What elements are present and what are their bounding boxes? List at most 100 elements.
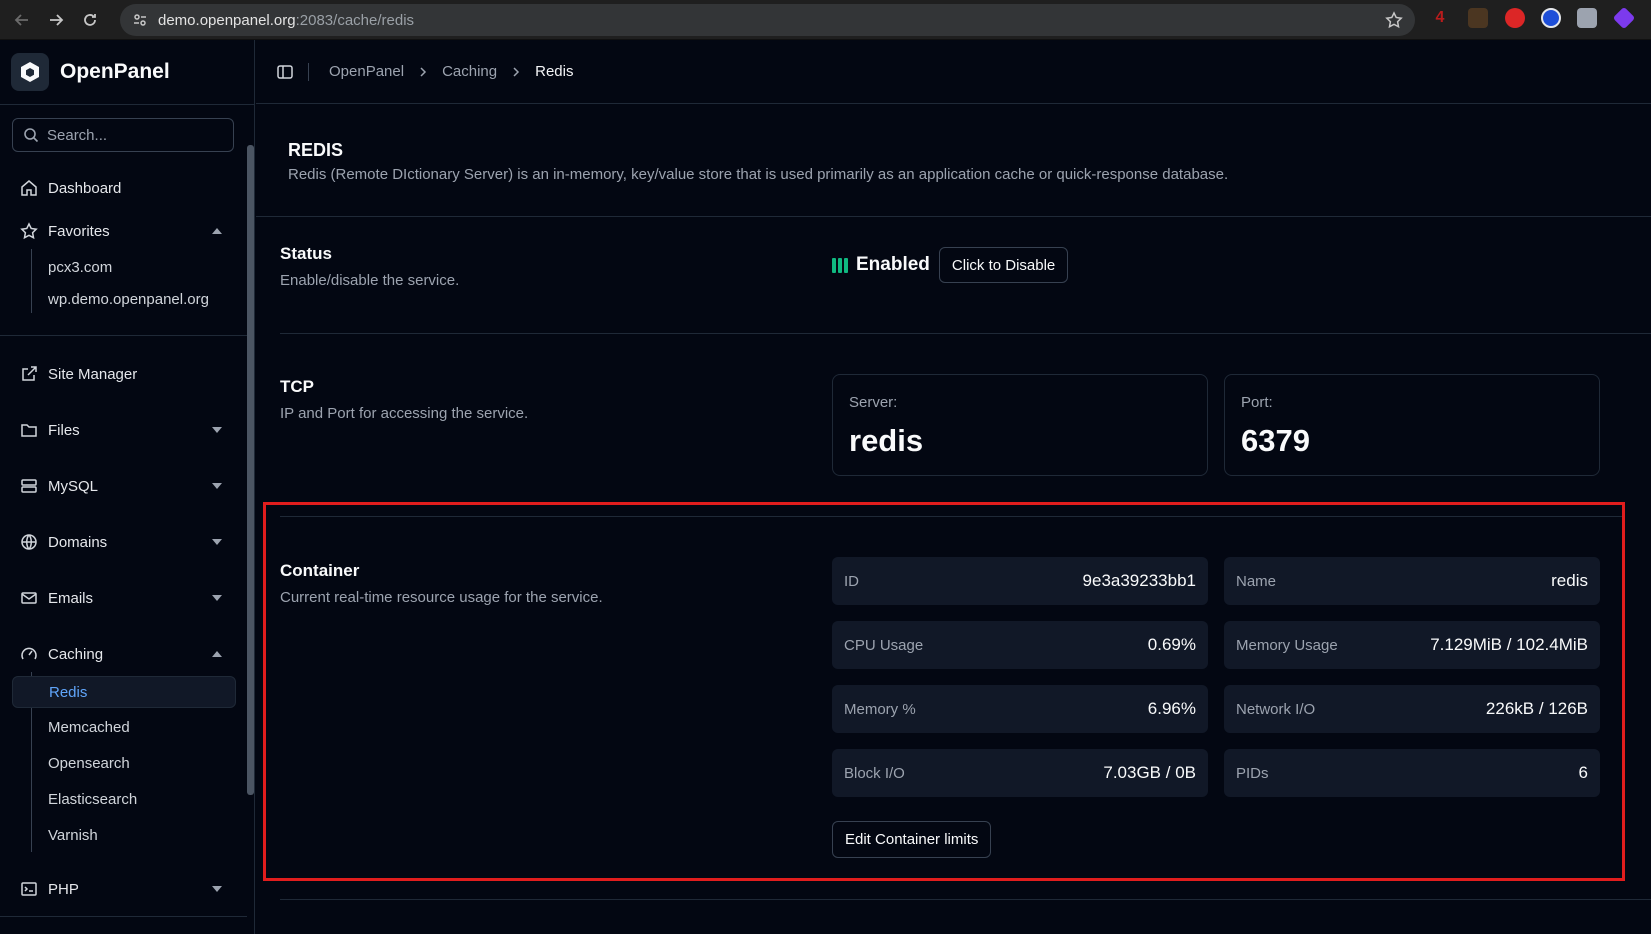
favorite-item[interactable]: pcx3.com: [42, 251, 112, 283]
forward-icon[interactable]: [42, 6, 70, 34]
stat-pids: PIDs 6: [1224, 749, 1600, 797]
tcp-port-card: Port: 6379: [1224, 374, 1600, 476]
tcp-description: IP and Port for accessing the service.: [280, 405, 529, 422]
url-host: demo.openpanel.org: [158, 11, 296, 29]
breadcrumb-item[interactable]: OpenPanel: [329, 63, 404, 80]
disable-button[interactable]: Click to Disable: [938, 247, 1069, 283]
folder-icon: [20, 421, 38, 439]
sidebar-item-site-manager[interactable]: Site Manager: [12, 356, 236, 392]
sidebar-item-label: Site Manager: [48, 365, 138, 383]
extension-icon[interactable]: [1505, 8, 1525, 28]
extension-icon[interactable]: [1541, 8, 1561, 28]
chevron-right-icon: [416, 65, 430, 79]
sidebar-item-emails[interactable]: Emails: [12, 580, 236, 616]
sidebar: OpenPanel Dashboard Favorites pcx3.com w…: [0, 40, 255, 934]
status-state: Enabled: [856, 254, 930, 275]
chevron-up-icon: [212, 651, 222, 657]
stat-label: CPU Usage: [844, 636, 924, 654]
sidebar-item-dashboard[interactable]: Dashboard: [12, 170, 236, 206]
sidebar-subitem-redis[interactable]: Redis: [12, 676, 236, 708]
terminal-icon: [20, 880, 38, 898]
sidebar-item-domains[interactable]: Domains: [12, 524, 236, 560]
breadcrumb: OpenPanel Caching Redis: [329, 63, 573, 80]
sidebar-divider: [0, 335, 247, 336]
tcp-title: TCP: [280, 377, 314, 396]
brand[interactable]: OpenPanel: [0, 40, 254, 105]
stat-label: Block I/O: [844, 764, 905, 782]
chevron-right-icon: [509, 65, 523, 79]
stat-value: 226kB / 126B: [1485, 699, 1588, 718]
stat-block-io: Block I/O 7.03GB / 0B: [832, 749, 1208, 797]
stat-value: 6.96%: [1147, 699, 1196, 718]
container-description: Current real-time resource usage for the…: [280, 589, 603, 606]
url-path: :2083/cache/redis: [295, 11, 415, 29]
stat-value: 0.69%: [1147, 635, 1196, 654]
stat-label: ID: [844, 572, 859, 590]
browser-toolbar: demo.openpanel.org:2083/cache/redis 4: [0, 0, 1651, 40]
chevron-down-icon: [212, 539, 222, 545]
extension-icon[interactable]: 4: [1430, 8, 1450, 28]
sidebar-item-favorites[interactable]: Favorites: [12, 213, 236, 249]
extension-icon[interactable]: [1468, 8, 1488, 28]
reload-icon[interactable]: [76, 6, 104, 34]
sidebar-search[interactable]: [12, 118, 234, 152]
sidebar-toggle-icon[interactable]: [276, 63, 294, 81]
separator: [308, 62, 309, 81]
sidebar-scrollbar[interactable]: [247, 145, 254, 795]
status-title: Status: [280, 244, 332, 263]
sidebar-item-label: Dashboard: [48, 179, 122, 197]
stat-value: 6: [1578, 763, 1588, 782]
status-bars-icon: [832, 257, 848, 273]
tcp-server-card: Server: redis: [832, 374, 1208, 476]
edit-container-limits-button[interactable]: Edit Container limits: [832, 821, 992, 858]
sidebar-subitem-memcached[interactable]: Memcached: [42, 711, 130, 743]
breadcrumb-item[interactable]: Caching: [442, 63, 497, 80]
gauge-icon: [20, 645, 38, 663]
extension-icon[interactable]: [1612, 6, 1636, 30]
openpanel-logo-icon: [11, 53, 49, 91]
search-input[interactable]: [47, 126, 227, 144]
extension-icon[interactable]: [1577, 8, 1597, 28]
stat-label: Memory %: [844, 700, 916, 718]
back-icon[interactable]: [8, 6, 36, 34]
sidebar-item-php[interactable]: PHP: [12, 871, 236, 907]
stat-memory-usage: Memory Usage 7.129MiB / 102.4MiB: [1224, 621, 1600, 669]
sidebar-subitem-elasticsearch[interactable]: Elasticsearch: [42, 783, 137, 815]
brand-name: OpenPanel: [60, 60, 170, 83]
breadcrumb-current: Redis: [535, 63, 574, 80]
sidebar-item-mysql[interactable]: MySQL: [12, 468, 236, 504]
sidebar-item-caching[interactable]: Caching: [12, 636, 236, 672]
stat-memory-percent: Memory % 6.96%: [832, 685, 1208, 733]
stat-value: redis: [1551, 571, 1588, 590]
sidebar-item-files[interactable]: Files: [12, 412, 236, 448]
bookmark-star-icon[interactable]: [1385, 11, 1403, 29]
tcp-port-label: Port:: [1241, 394, 1273, 411]
section-divider: [280, 333, 1651, 334]
sidebar-subitem-opensearch[interactable]: Opensearch: [42, 747, 130, 779]
chevron-down-icon: [212, 483, 222, 489]
stat-value: 7.03GB / 0B: [1103, 763, 1196, 782]
status-description: Enable/disable the service.: [280, 272, 460, 289]
star-icon: [20, 222, 38, 240]
chevron-up-icon: [212, 228, 222, 234]
stat-value: 7.129MiB / 102.4MiB: [1430, 635, 1588, 654]
sidebar-subitem-varnish[interactable]: Varnish: [42, 819, 98, 851]
sidebar-item-label: PHP: [48, 880, 79, 898]
stat-network-io: Network I/O 226kB / 126B: [1224, 685, 1600, 733]
container-title: Container: [280, 561, 360, 580]
stat-name: Name redis: [1224, 557, 1600, 605]
site-settings-icon[interactable]: [132, 12, 148, 28]
chevron-down-icon: [212, 886, 222, 892]
sidebar-item-label: Domains: [48, 533, 108, 551]
chevron-down-icon: [212, 595, 222, 601]
sidebar-divider: [0, 916, 247, 917]
globe-icon: [20, 533, 38, 551]
sidebar-item-label: Favorites: [48, 222, 110, 240]
home-icon: [20, 179, 38, 197]
address-bar[interactable]: demo.openpanel.org:2083/cache/redis: [120, 4, 1415, 36]
stat-label: Network I/O: [1236, 700, 1316, 718]
favorite-item[interactable]: wp.demo.openpanel.org: [42, 283, 209, 315]
sidebar-item-label: MySQL: [48, 477, 99, 495]
section-divider: [280, 899, 1651, 900]
page-header: REDIS Redis (Remote DIctionary Server) i…: [256, 105, 1651, 217]
